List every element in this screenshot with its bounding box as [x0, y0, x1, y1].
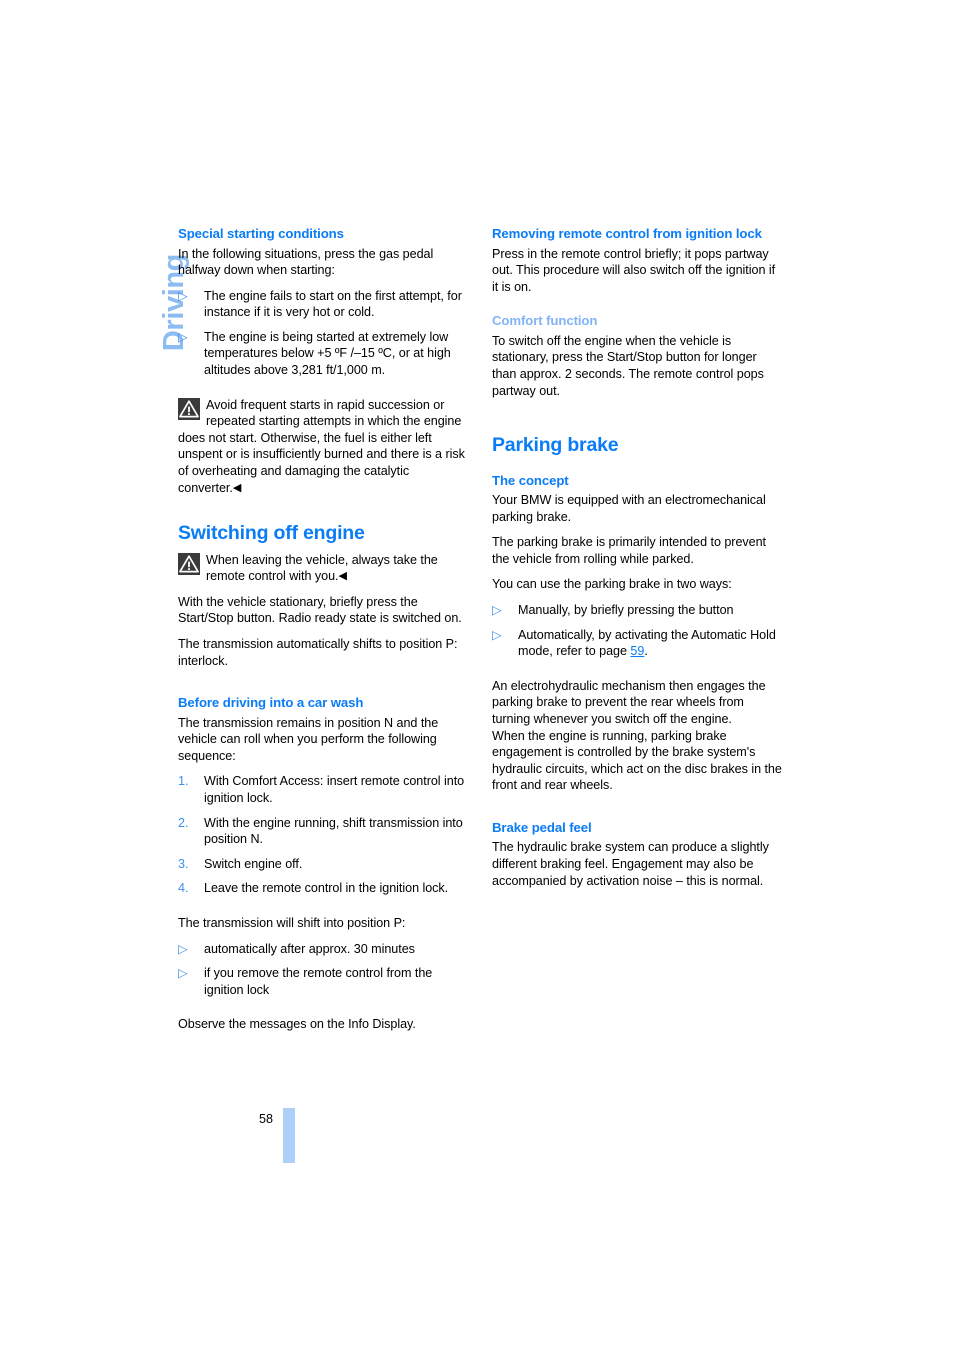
warning-note-text: When leaving the vehicle, always take th… [206, 552, 438, 584]
list-item: 3. Switch engine off. [178, 856, 470, 873]
paragraph-observe-info-display: Observe the messages on the Info Display… [178, 1017, 416, 1032]
paragraph-removing-remote: Press in the remote control briefly; it … [492, 246, 776, 294]
bullet-triangle-icon: ▷ [178, 329, 188, 344]
bullet-triangle-icon: ▷ [178, 288, 188, 303]
step-text: With Comfort Access: insert remote contr… [204, 774, 465, 806]
end-marker-icon: ◀ [338, 570, 347, 583]
list-item-text: Manually, by briefly pressing the button [518, 603, 734, 618]
list-parking-brake-ways: ▷ Manually, by briefly pressing the butt… [492, 602, 784, 660]
paragraph-comfort-function: To switch off the engine when the vehicl… [492, 333, 764, 398]
list-item: ▷ Manually, by briefly pressing the butt… [492, 602, 784, 619]
left-column: Special starting conditions In the follo… [178, 226, 470, 1033]
folio-accent-bar [283, 1108, 295, 1163]
heading-parking-brake: Parking brake [492, 434, 619, 457]
paragraph-car-wash-intro: The transmission remains in position N a… [178, 715, 439, 763]
list-car-wash-steps: 1. With Comfort Access: insert remote co… [178, 773, 470, 897]
step-number: 3. [178, 856, 189, 871]
right-column: Removing remote control from ignition lo… [492, 226, 784, 889]
bullet-triangle-icon: ▷ [492, 627, 502, 642]
heading-comfort-function: Comfort function [492, 313, 598, 329]
list-item: 4. Leave the remote control in the ignit… [178, 880, 470, 897]
bullet-triangle-icon: ▷ [492, 603, 502, 618]
list-item: 2. With the engine running, shift transm… [178, 815, 470, 848]
list-item-text: automatically after approx. 30 minutes [204, 941, 415, 956]
paragraph-electrohydraulic: An electrohydraulic mechanism then engag… [492, 678, 766, 726]
list-item: ▷ if you remove the remote control from … [178, 965, 470, 998]
warning-note-text: Avoid frequent starts in rapid successio… [178, 397, 465, 495]
paragraph-concept-2: The parking brake is primarily intended … [492, 535, 767, 566]
heading-the-concept: The concept [492, 472, 569, 488]
warning-note-remote: When leaving the vehicle, always take th… [178, 552, 470, 585]
warning-triangle-icon [178, 552, 200, 575]
end-marker-icon: ◀ [232, 481, 242, 494]
step-text: With the engine running, shift transmiss… [204, 815, 463, 847]
page-reference-link[interactable]: 59 [630, 644, 644, 658]
list-item: ▷ automatically after approx. 30 minutes [178, 941, 470, 958]
step-number: 2. [178, 815, 189, 830]
list-item-text: The engine is being started at extremely… [204, 329, 451, 378]
heading-removing-remote-control: Removing remote control from ignition lo… [492, 226, 762, 241]
paragraph-special-intro: In the following situations, press the g… [178, 246, 434, 278]
paragraph-brake-pedal-feel: The hydraulic brake system can produce a… [492, 840, 769, 888]
list-special-starting-conditions: ▷ The engine fails to start on the first… [178, 288, 470, 379]
list-item: ▷ The engine is being started at extreme… [178, 329, 470, 379]
manual-page: Driving Special starting conditions In t… [0, 0, 954, 1351]
step-number: 1. [178, 774, 189, 789]
list-item-text-after: . [644, 644, 648, 659]
warning-triangle-icon [178, 397, 200, 420]
heading-brake-pedal-feel: Brake pedal feel [492, 819, 592, 835]
chapter-tab: Driving [0, 214, 190, 351]
heading-special-starting-conditions: Special starting conditions [178, 226, 344, 241]
warning-note-catalytic: Avoid frequent starts in rapid successio… [178, 397, 470, 497]
list-item-text: The engine fails to start on the first a… [204, 288, 462, 320]
bullet-triangle-icon: ▷ [178, 941, 188, 956]
step-text: Switch engine off. [204, 856, 303, 871]
paragraph-concept-1: Your BMW is equipped with an electromech… [492, 493, 766, 524]
paragraph-engine-running: When the engine is running, parking brak… [492, 728, 782, 793]
list-item-text: if you remove the remote control from th… [204, 966, 433, 997]
bullet-triangle-icon: ▷ [178, 966, 188, 981]
list-shift-into-p: ▷ automatically after approx. 30 minutes… [178, 941, 470, 999]
step-number: 4. [178, 881, 189, 896]
list-item: ▷ The engine fails to start on the first… [178, 288, 470, 321]
paragraph-shift-into-p: The transmission will shift into positio… [178, 916, 406, 931]
heading-switching-off-engine: Switching off engine [178, 522, 365, 545]
list-item: ▷ Automatically, by activating the Autom… [492, 627, 784, 660]
step-text: Leave the remote control in the ignition… [204, 881, 449, 896]
heading-before-car-wash: Before driving into a car wash [178, 695, 364, 711]
paragraph-stationary: With the vehicle stationary, briefly pre… [178, 594, 462, 626]
paragraph-transmission-interlock: The transmission automatically shifts to… [178, 636, 458, 668]
paragraph-concept-3: You can use the parking brake in two way… [492, 577, 732, 592]
list-item: 1. With Comfort Access: insert remote co… [178, 773, 470, 806]
page-number: 58 [259, 1112, 274, 1126]
